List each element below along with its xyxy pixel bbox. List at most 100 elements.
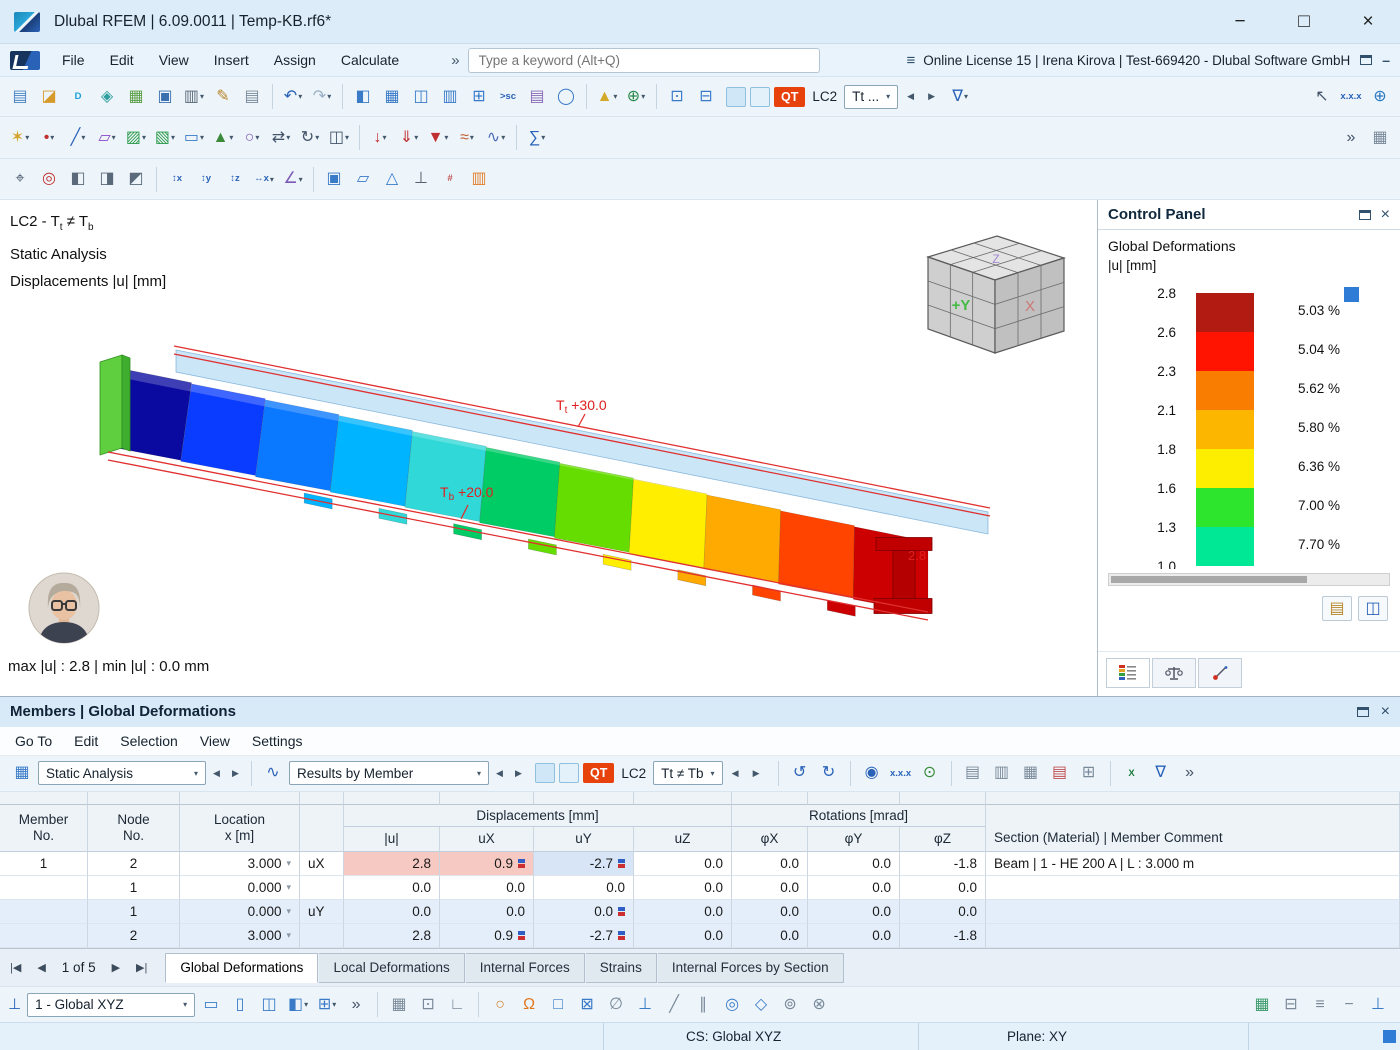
snap-nearest-button[interactable]: ⊚ bbox=[776, 991, 804, 1019]
snap-grid-button[interactable]: ⊡ bbox=[414, 991, 442, 1019]
cell-section[interactable] bbox=[986, 900, 1400, 924]
comment-button[interactable]: ✎ bbox=[209, 83, 237, 111]
cell-value-uZ[interactable]: 0.0 bbox=[634, 924, 732, 948]
previous-results-button[interactable]: ◀ bbox=[491, 762, 508, 784]
menu-insert[interactable]: Insert bbox=[202, 47, 261, 73]
magnet-snap-button[interactable]: Ω bbox=[515, 991, 543, 1019]
cell-value-uX[interactable]: 0.9 bbox=[440, 852, 534, 876]
snap-quadrant-button[interactable]: ◇ bbox=[747, 991, 775, 1019]
view-side-button[interactable]: ◩ bbox=[122, 165, 150, 193]
members-menu-go-to[interactable]: Go To bbox=[4, 729, 63, 753]
sync-graphic-button[interactable]: ↺ bbox=[786, 759, 814, 787]
collapse-button[interactable]: − bbox=[1335, 991, 1363, 1019]
next-case-button[interactable]: ▶ bbox=[923, 86, 940, 108]
members-menu-settings[interactable]: Settings bbox=[241, 729, 314, 753]
result-tab-strains[interactable]: Strains bbox=[586, 953, 657, 983]
print-button[interactable]: ▥▾ bbox=[180, 83, 208, 111]
visibility-button[interactable]: ⊥ bbox=[407, 165, 435, 193]
view-plan-button[interactable]: ◨ bbox=[93, 165, 121, 193]
clipping-box-button[interactable]: ▣ bbox=[320, 165, 348, 193]
result-tab-local-deformations[interactable]: Local Deformations bbox=[319, 953, 464, 983]
cell-direction[interactable] bbox=[300, 876, 344, 900]
load-case-combo[interactable]: Tt ...▾ bbox=[844, 85, 898, 109]
location-options-icon[interactable]: ▾ bbox=[286, 906, 291, 917]
mirror-button[interactable]: ◫▾ bbox=[325, 124, 353, 152]
user-avatar[interactable] bbox=[28, 572, 100, 647]
graphic-printout-button[interactable]: ▦ bbox=[122, 83, 150, 111]
members-menu-view[interactable]: View bbox=[189, 729, 241, 753]
cell-section[interactable] bbox=[986, 924, 1400, 948]
snap-perpendicular-button[interactable]: ⊥ bbox=[631, 991, 659, 1019]
export-excel-button[interactable]: X bbox=[1118, 759, 1146, 787]
close-icon[interactable]: × bbox=[1381, 703, 1390, 721]
load-case-label[interactable]: LC2 bbox=[618, 766, 649, 781]
cell-section[interactable]: Beam | 1 - HE 200 A | L : 3.000 m bbox=[986, 852, 1400, 876]
more-table-button[interactable]: » bbox=[1176, 759, 1204, 787]
result-diagram-button[interactable]: ⊟ bbox=[692, 83, 720, 111]
panel-manager-button[interactable]: ▤ bbox=[1322, 596, 1352, 621]
to-scale-button[interactable]: >sc bbox=[494, 83, 522, 111]
new-support-button[interactable]: ▲▾ bbox=[209, 124, 237, 152]
result-tab-internal-forces-by-section[interactable]: Internal Forces by Section bbox=[658, 953, 844, 983]
cell-value-uZ[interactable]: 0.0 bbox=[634, 876, 732, 900]
values-toggle-button[interactable]: x.x.x bbox=[887, 759, 915, 787]
analysis-type-combo[interactable]: Static Analysis▾ bbox=[38, 761, 206, 785]
dashed-box-button[interactable]: ⊟ bbox=[1277, 991, 1305, 1019]
last-page-button[interactable]: ▶| bbox=[132, 957, 151, 978]
snap-endpoint-button[interactable]: □ bbox=[544, 991, 572, 1019]
save-button[interactable]: ▣ bbox=[151, 83, 179, 111]
probe-tab[interactable] bbox=[1198, 658, 1242, 688]
new-node-button[interactable]: •▾ bbox=[35, 124, 63, 152]
previous-case-button[interactable]: ◀ bbox=[727, 762, 744, 784]
next-analysis-button[interactable]: ▶ bbox=[227, 762, 244, 784]
cell-value-u[interactable]: 2.8 bbox=[344, 924, 440, 948]
sync-table-button[interactable]: ↻ bbox=[815, 759, 843, 787]
cell-value-uX[interactable]: 0.0 bbox=[440, 876, 534, 900]
new-member-button[interactable]: ▱▾ bbox=[93, 124, 121, 152]
color-rows-button[interactable]: ▤ bbox=[1046, 759, 1074, 787]
select-special-button[interactable]: ✶▾ bbox=[6, 124, 34, 152]
cell-value-X[interactable]: 0.0 bbox=[732, 924, 808, 948]
qt-badge[interactable]: QT bbox=[774, 87, 805, 107]
cell-direction[interactable]: uX bbox=[300, 852, 344, 876]
new-hinge-button[interactable]: ○▾ bbox=[238, 124, 266, 152]
zoom-window-button[interactable]: ◎ bbox=[35, 165, 63, 193]
redo-button[interactable]: ↷▾ bbox=[308, 83, 336, 111]
printout-report-button[interactable]: ▤ bbox=[523, 83, 551, 111]
cell-value-u[interactable]: 0.0 bbox=[344, 876, 440, 900]
menu-edit[interactable]: Edit bbox=[98, 47, 146, 73]
panel-display-button[interactable]: ◫ bbox=[1358, 596, 1388, 621]
cell-value-uZ[interactable]: 0.0 bbox=[634, 852, 732, 876]
tables-panel-button[interactable]: ▦ bbox=[378, 83, 406, 111]
show-grid-button[interactable]: ▦ bbox=[385, 991, 413, 1019]
plane-yz-button[interactable]: ▯ bbox=[226, 991, 254, 1019]
cell-location[interactable]: 0.000▾ bbox=[180, 900, 300, 924]
cell-value-Y[interactable]: 0.0 bbox=[808, 900, 900, 924]
filter-results-button[interactable]: ∇▾ bbox=[946, 83, 974, 111]
show-in-graphic-button[interactable]: ◉ bbox=[858, 759, 886, 787]
result-tab-internal-forces[interactable]: Internal Forces bbox=[466, 953, 585, 983]
cell-direction[interactable]: uY bbox=[300, 900, 344, 924]
new-line-button[interactable]: ╱▾ bbox=[64, 124, 92, 152]
results-panel-button[interactable]: ▥ bbox=[436, 83, 464, 111]
max-color-marker[interactable] bbox=[1344, 287, 1359, 302]
result-display-chip-2[interactable] bbox=[559, 763, 579, 783]
qt-badge[interactable]: QT bbox=[583, 763, 614, 783]
project-view-button[interactable]: ↔x▾ bbox=[250, 165, 278, 193]
result-tab-global-deformations[interactable]: Global Deformations bbox=[165, 953, 318, 983]
cell-node-no[interactable]: 2 bbox=[88, 852, 180, 876]
snap-parallel-button[interactable]: ∥ bbox=[689, 991, 717, 1019]
results-mode-combo[interactable]: Results by Member▾ bbox=[289, 761, 489, 785]
cell-value-X[interactable]: 0.0 bbox=[732, 900, 808, 924]
more-tools-button[interactable]: » bbox=[1337, 124, 1365, 152]
area-load-button[interactable]: ▼▾ bbox=[424, 124, 452, 152]
project-x-button[interactable]: ↕x bbox=[163, 165, 191, 193]
table-columns-button[interactable]: ▥ bbox=[988, 759, 1016, 787]
float-panel-icon[interactable] bbox=[1357, 707, 1369, 717]
menu-calculate[interactable]: Calculate bbox=[329, 47, 411, 73]
clipboard-button[interactable]: ▤ bbox=[238, 83, 266, 111]
factors-tab[interactable] bbox=[1152, 658, 1196, 688]
project-y-button[interactable]: ↕y bbox=[192, 165, 220, 193]
regenerate-button[interactable]: ⊕▾ bbox=[622, 83, 650, 111]
layers-button[interactable]: ≡ bbox=[1306, 991, 1334, 1019]
